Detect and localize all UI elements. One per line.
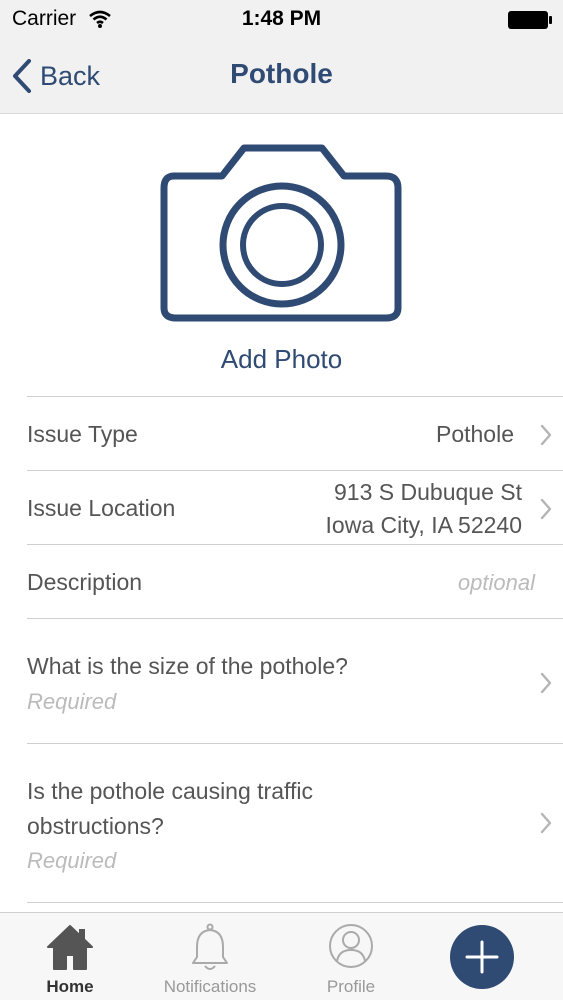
home-icon: [47, 925, 93, 970]
chevron-right-icon: [540, 424, 552, 446]
tab-profile-label: Profile: [326, 977, 376, 996]
traffic-question-line2: obstructions?: [27, 813, 164, 839]
issue-type-label: Issue Type: [27, 421, 138, 447]
pothole-size-question: What is the size of the pothole?: [27, 653, 348, 679]
issue-type-value: Pothole: [435, 421, 514, 447]
chevron-right-icon: [540, 812, 552, 834]
add-photo-label: Add Photo: [220, 344, 343, 374]
status-bar: Carrier 1:48 PM: [0, 0, 563, 40]
bell-icon: [192, 923, 228, 970]
clock: 1:48 PM: [241, 7, 322, 30]
profile-icon: [329, 924, 373, 968]
issue-type-row[interactable]: Issue Type Pothole: [27, 396, 563, 470]
tab-notifications[interactable]: Notifications: [145, 913, 275, 1000]
description-label: Description: [27, 569, 143, 595]
back-label: Back: [40, 60, 101, 91]
tab-notifications-label: Notifications: [163, 977, 257, 996]
new-report-button[interactable]: [450, 925, 514, 989]
tab-home[interactable]: Home: [5, 913, 135, 1000]
pothole-size-row[interactable]: What is the size of the pothole? Require…: [27, 618, 563, 743]
tab-profile[interactable]: Profile: [286, 913, 416, 1000]
plus-icon: [465, 940, 499, 974]
required-hint: Required: [27, 689, 117, 714]
issue-location-label: Issue Location: [27, 495, 176, 521]
camera-icon: [160, 144, 402, 322]
tab-bar: Home Notifications Profile: [0, 912, 563, 1000]
battery-icon: [508, 11, 552, 29]
navigation-bar: Back Pothole: [0, 40, 563, 114]
issue-form: Issue Type Pothole Issue Location 913 S …: [0, 396, 563, 903]
location-line2: Iowa City, IA 52240: [325, 512, 522, 538]
required-hint: Required: [27, 848, 117, 873]
traffic-question-line1: Is the pothole causing traffic: [27, 778, 313, 804]
location-line1: 913 S Dubuque St: [334, 479, 522, 505]
chevron-right-icon: [540, 498, 552, 520]
chevron-right-icon: [540, 672, 552, 694]
chevron-left-icon: [13, 59, 31, 93]
issue-location-row[interactable]: Issue Location 913 S Dubuque St Iowa Cit…: [27, 470, 563, 544]
traffic-obstruction-row[interactable]: Is the pothole causing traffic obstructi…: [27, 743, 563, 903]
add-photo-button[interactable]: Add Photo: [0, 114, 563, 397]
tab-home-label: Home: [46, 977, 94, 996]
description-input[interactable]: optional: [458, 570, 535, 596]
description-row[interactable]: Description optional: [27, 544, 563, 618]
back-button[interactable]: Back: [12, 56, 100, 96]
